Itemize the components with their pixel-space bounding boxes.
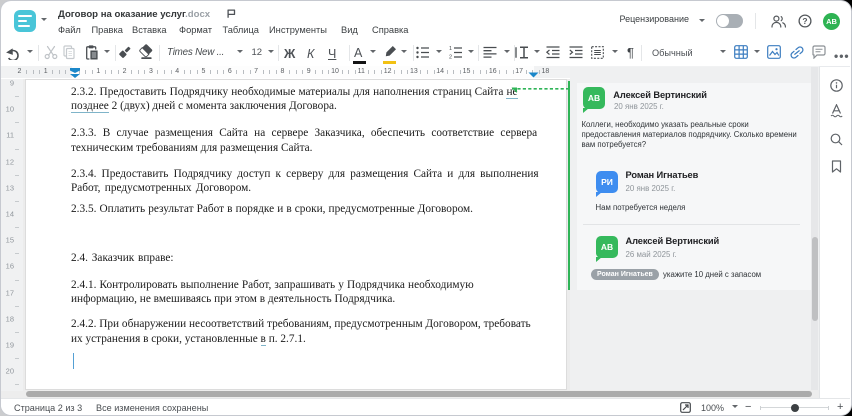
svg-text:?: ?: [802, 16, 807, 26]
svg-text:2: 2: [449, 55, 452, 60]
svg-text:1: 1: [449, 46, 452, 52]
